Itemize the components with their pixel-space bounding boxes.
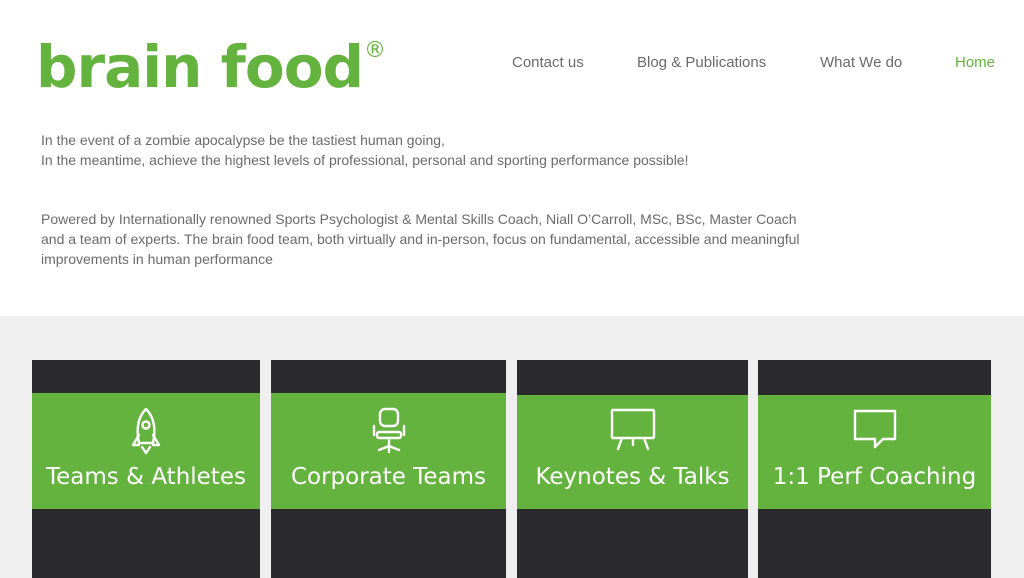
intro-para2-line-1: Powered by Internationally renowned Spor… bbox=[41, 211, 797, 227]
service-card-corporate-teams[interactable]: Corporate Teams bbox=[271, 360, 506, 578]
intro-line-2: In the meantime, achieve the highest lev… bbox=[41, 152, 689, 168]
nav-what-we-do[interactable]: What We do bbox=[820, 54, 902, 72]
service-label: 1:1 Perf Coaching bbox=[772, 464, 977, 490]
service-label: Keynotes & Talks bbox=[535, 464, 730, 490]
service-band: Keynotes & Talks bbox=[517, 395, 748, 509]
office-chair-icon bbox=[371, 405, 407, 462]
intro-line-1: In the event of a zombie apocalypse be t… bbox=[41, 132, 445, 148]
presentation-board-icon bbox=[608, 407, 658, 458]
rocket-icon bbox=[126, 405, 166, 462]
nav-blog-publications[interactable]: Blog & Publications bbox=[637, 54, 766, 72]
main-nav: Contact us Blog & Publications What We d… bbox=[0, 54, 1024, 74]
nav-home[interactable]: Home bbox=[955, 54, 995, 72]
speech-bubble-icon bbox=[851, 407, 899, 458]
intro-text: In the event of a zombie apocalypse be t… bbox=[41, 130, 921, 269]
intro-para2-line-3: improvements in human performance bbox=[41, 251, 273, 267]
service-label: Teams & Athletes bbox=[46, 464, 246, 490]
intro-para2-line-2: and a team of experts. The brain food te… bbox=[41, 231, 800, 247]
service-card-perf-coaching[interactable]: 1:1 Perf Coaching bbox=[758, 360, 991, 578]
services-section: Teams & Athletes Corporate Teams Keynote… bbox=[0, 316, 1024, 578]
service-label: Corporate Teams bbox=[290, 464, 487, 490]
service-band: 1:1 Perf Coaching bbox=[758, 395, 991, 509]
service-card-teams-athletes[interactable]: Teams & Athletes bbox=[32, 360, 260, 578]
service-band: Corporate Teams bbox=[271, 393, 506, 509]
nav-contact-us[interactable]: Contact us bbox=[512, 54, 584, 72]
service-card-keynotes-talks[interactable]: Keynotes & Talks bbox=[517, 360, 748, 578]
site-header: brain food ® Contact us Blog & Publicati… bbox=[0, 0, 1024, 316]
service-band: Teams & Athletes bbox=[32, 393, 260, 509]
